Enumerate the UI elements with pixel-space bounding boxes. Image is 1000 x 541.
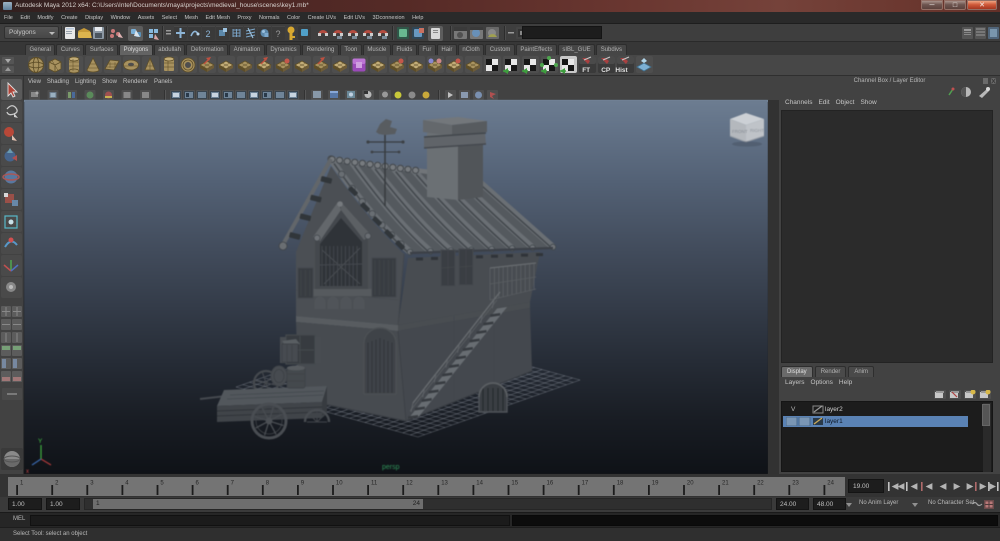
svg-text:22: 22: [757, 481, 764, 487]
svg-text:19: 19: [652, 481, 659, 487]
svg-text:3: 3: [90, 481, 94, 487]
svg-text:15: 15: [511, 481, 518, 487]
svg-text:2: 2: [55, 481, 59, 487]
svg-text:FRONT: FRONT: [732, 129, 748, 134]
svg-text:14: 14: [476, 481, 483, 487]
svg-text:persp: persp: [382, 464, 400, 471]
svg-text:8: 8: [266, 481, 270, 487]
svg-text:FT: FT: [582, 67, 590, 74]
svg-text:5: 5: [160, 481, 164, 487]
svg-text:10: 10: [336, 481, 343, 487]
svg-text:4: 4: [125, 481, 129, 487]
svg-text:16: 16: [547, 481, 554, 487]
svg-text:21: 21: [722, 481, 729, 487]
svg-text:11: 11: [371, 481, 378, 487]
svg-text:6: 6: [196, 481, 200, 487]
svg-text:17: 17: [582, 481, 589, 487]
svg-text:24: 24: [827, 481, 834, 487]
svg-text:CP: CP: [601, 67, 611, 74]
svg-text:20: 20: [687, 481, 694, 487]
svg-text:1: 1: [20, 481, 24, 487]
svg-text:12: 12: [406, 481, 413, 487]
svg-text:13: 13: [441, 481, 448, 487]
svg-text:7: 7: [231, 481, 235, 487]
svg-text:?: ?: [276, 29, 281, 39]
svg-text:RIGHT: RIGHT: [750, 128, 764, 133]
svg-text:23: 23: [792, 481, 799, 487]
svg-text:Y: Y: [38, 438, 43, 445]
svg-text:18: 18: [617, 481, 624, 487]
svg-text:Hist: Hist: [615, 67, 628, 74]
svg-text:9: 9: [301, 481, 305, 487]
svg-text:2: 2: [206, 29, 211, 39]
